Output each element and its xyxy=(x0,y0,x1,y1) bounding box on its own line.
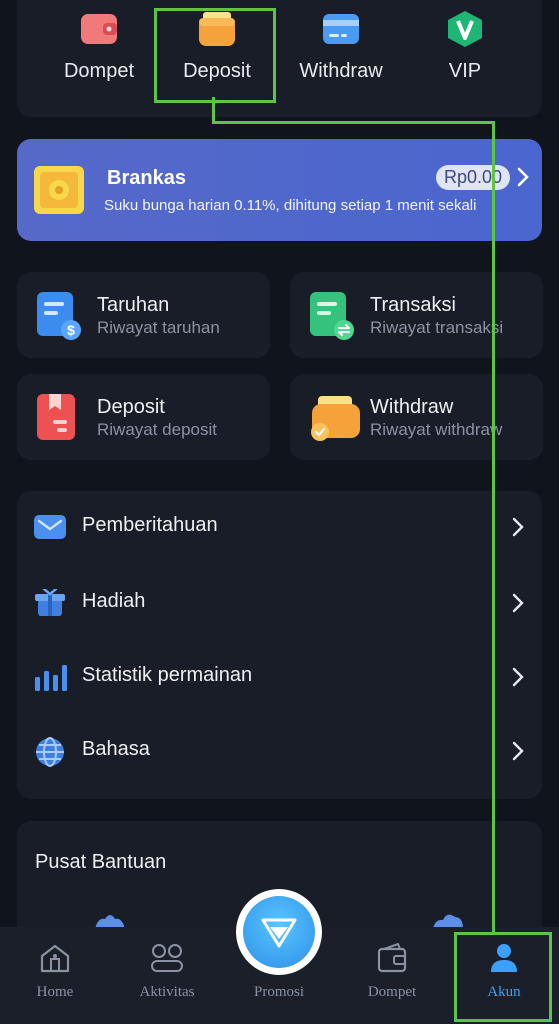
history-card-transaksi[interactable]: Transaksi Riwayat transaksi xyxy=(290,272,543,358)
menu-item-statistik[interactable]: Statistik permainan xyxy=(17,647,542,707)
nav-label: Home xyxy=(36,984,74,1000)
nav-home[interactable]: Home xyxy=(5,943,105,1001)
brankas-banner[interactable]: Brankas Suku bunga harian 0.11%, dihitun… xyxy=(17,139,542,241)
gift-icon xyxy=(35,589,65,616)
globe-icon xyxy=(36,737,64,767)
history-subtitle: Riwayat deposit xyxy=(97,420,218,439)
chevron-right-icon xyxy=(512,741,524,761)
bar-chart-icon xyxy=(35,665,67,691)
history-title: Taruhan xyxy=(97,294,170,316)
history-card-withdraw[interactable]: Withdraw Riwayat withdraw xyxy=(290,374,543,460)
mail-icon xyxy=(34,515,66,539)
promosi-button[interactable] xyxy=(236,889,322,975)
wallet-icon xyxy=(377,942,407,973)
chevron-right-icon xyxy=(517,167,529,187)
help-center-title: Pusat Bantuan xyxy=(35,851,167,873)
chevron-right-icon xyxy=(512,667,524,687)
bet-document-icon: $ xyxy=(37,292,81,340)
nav-label-promosi: Promosi xyxy=(253,984,304,1000)
menu-item-label: Statistik permainan xyxy=(82,664,253,686)
nav-label: Dompet xyxy=(367,984,417,1000)
brankas-subtitle: Suku bunga harian 0.11%, dihitung setiap… xyxy=(104,197,477,214)
user-icon xyxy=(491,944,517,972)
wallet-orange-icon xyxy=(199,12,235,46)
promosi-button-inner xyxy=(243,896,315,968)
history-title: Transaksi xyxy=(370,294,456,316)
wallet-red-icon xyxy=(81,14,117,44)
transaction-document-icon xyxy=(310,292,354,340)
history-subtitle: Riwayat taruhan xyxy=(97,318,220,337)
safe-icon xyxy=(34,166,84,214)
vip-shield-icon xyxy=(448,11,482,47)
menu-item-label: Pemberitahuan xyxy=(82,514,218,536)
chevron-right-icon xyxy=(512,517,524,537)
menu-item-bahasa[interactable]: Bahasa xyxy=(17,721,542,781)
quick-action-dompet[interactable]: Dompet xyxy=(34,10,164,83)
quick-actions-card: Dompet Deposit Withdraw VIP xyxy=(17,0,542,117)
quick-action-withdraw[interactable]: Withdraw xyxy=(276,10,406,83)
quick-action-label: Dompet xyxy=(63,60,135,82)
menu-item-hadiah[interactable]: Hadiah xyxy=(17,573,542,633)
brankas-amount-badge: Rp0.00 xyxy=(435,165,510,190)
history-title: Deposit xyxy=(97,396,165,418)
quick-action-label: Withdraw xyxy=(299,60,383,82)
withdraw-wallet-icon xyxy=(311,396,360,441)
settings-menu: Pemberitahuan Hadiah Statistik permainan xyxy=(17,491,542,799)
chevron-right-icon xyxy=(512,593,524,613)
nav-label: Akun xyxy=(487,984,521,1000)
home-icon xyxy=(40,944,70,973)
connector-line xyxy=(212,121,495,124)
diamond-icon xyxy=(261,918,297,948)
activity-icon xyxy=(151,944,183,972)
menu-item-label: Bahasa xyxy=(82,738,150,760)
brankas-title: Brankas xyxy=(107,167,186,189)
nav-aktivitas[interactable]: Aktivitas xyxy=(117,943,217,1001)
quick-action-label: Deposit xyxy=(183,60,251,82)
nav-dompet[interactable]: Dompet xyxy=(342,942,442,1001)
card-blue-icon xyxy=(323,14,359,44)
history-card-deposit[interactable]: Deposit Riwayat deposit xyxy=(17,374,270,460)
history-title: Withdraw xyxy=(370,396,454,418)
nav-label: Aktivitas xyxy=(139,984,195,1000)
history-subtitle: Riwayat withdraw xyxy=(370,420,503,439)
quick-action-vip[interactable]: VIP xyxy=(400,10,530,83)
menu-item-label: Hadiah xyxy=(82,590,146,612)
history-card-taruhan[interactable]: $ Taruhan Riwayat taruhan xyxy=(17,272,270,358)
quick-action-deposit[interactable]: Deposit xyxy=(152,10,282,83)
nav-akun[interactable]: Akun xyxy=(454,943,554,1001)
quick-action-label: VIP xyxy=(448,60,482,82)
svg-text:$: $ xyxy=(67,322,75,338)
history-subtitle: Riwayat transaksi xyxy=(370,318,504,337)
deposit-document-icon xyxy=(37,394,75,440)
menu-item-pemberitahuan[interactable]: Pemberitahuan xyxy=(17,497,542,557)
